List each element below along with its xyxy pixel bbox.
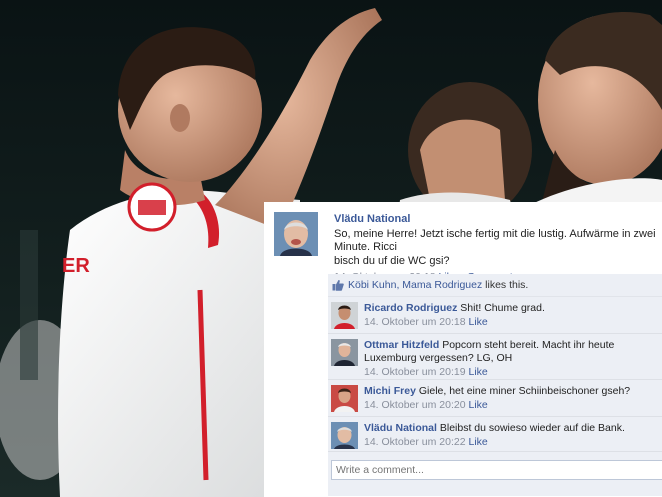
comment-timestamp[interactable]: 14. Oktober um 20:18 bbox=[364, 316, 466, 328]
thumbs-up-icon bbox=[332, 279, 344, 291]
comment-item: Michi Frey Giele, het eine miner Schiinb… bbox=[328, 380, 662, 417]
likes-suffix: likes this. bbox=[485, 279, 529, 291]
avatar-portrait-icon bbox=[331, 422, 358, 449]
write-comment-input[interactable] bbox=[331, 460, 662, 480]
comment-body: Ottmar Hitzfeld Popcorn steht bereit. Ma… bbox=[364, 339, 658, 379]
comment-body: Michi Frey Giele, het eine miner Schiinb… bbox=[364, 385, 658, 412]
avatar-portrait-icon bbox=[331, 302, 358, 329]
comment-body: Ricardo Rodriguez Shit! Chume grad. 14. … bbox=[364, 302, 658, 329]
commenter-avatar[interactable] bbox=[331, 302, 358, 329]
comment-timestamp[interactable]: 14. Oktober um 20:22 bbox=[364, 436, 466, 448]
comment-like-link[interactable]: Like bbox=[468, 399, 487, 411]
avatar-portrait-icon bbox=[331, 339, 358, 366]
comment-item: Vlädu National Bleibst du sowieso wieder… bbox=[328, 417, 662, 452]
comment-text: Giele, het eine miner Schiinbeischoner g… bbox=[418, 385, 631, 397]
likes-text: Köbi Kuhn, Mama Rodriguez likes this. bbox=[348, 274, 528, 296]
comment-author-link[interactable]: Michi Frey bbox=[364, 385, 416, 397]
avatar-portrait-icon bbox=[274, 212, 318, 256]
comment-body: Vlädu National Bleibst du sowieso wieder… bbox=[364, 422, 658, 449]
comment-meta: 14. Oktober um 20:18 Like bbox=[364, 316, 658, 329]
facebook-post: Vlädu National So, meine Herre! Jetzt is… bbox=[264, 202, 662, 497]
likers-link[interactable]: Köbi Kuhn, Mama Rodriguez bbox=[348, 279, 482, 291]
comment-meta: 14. Oktober um 20:19 Like bbox=[364, 366, 658, 379]
comment-meta: 14. Oktober um 20:22 Like bbox=[364, 436, 658, 449]
comment-text: Shit! Chume grad. bbox=[460, 302, 545, 314]
comment-like-link[interactable]: Like bbox=[468, 366, 487, 378]
post-author-link[interactable]: Vlädu National bbox=[334, 213, 662, 227]
author-avatar[interactable] bbox=[274, 212, 318, 256]
comment-timestamp[interactable]: 14. Oktober um 20:20 bbox=[364, 399, 466, 411]
comment-item: Ricardo Rodriguez Shit! Chume grad. 14. … bbox=[328, 297, 662, 334]
comment-like-link[interactable]: Like bbox=[468, 436, 487, 448]
commenter-avatar[interactable] bbox=[331, 339, 358, 366]
comment-author-link[interactable]: Ricardo Rodriguez bbox=[364, 302, 457, 314]
comment-timestamp[interactable]: 14. Oktober um 20:19 bbox=[364, 366, 466, 378]
comment-author-link[interactable]: Ottmar Hitzfeld bbox=[364, 339, 439, 351]
comment-composer bbox=[328, 452, 662, 496]
comment-text: Bleibst du sowieso wieder auf die Bank. bbox=[439, 422, 625, 434]
comment-item: Ottmar Hitzfeld Popcorn steht bereit. Ma… bbox=[328, 334, 662, 380]
commenter-avatar[interactable] bbox=[331, 385, 358, 412]
post-text: So, meine Herre! Jetzt ische fertig mit … bbox=[334, 227, 656, 267]
comment-author-link[interactable]: Vlädu National bbox=[364, 422, 437, 434]
avatar-portrait-icon bbox=[331, 385, 358, 412]
comment-like-link[interactable]: Like bbox=[468, 316, 487, 328]
jersey-lettering: ER bbox=[62, 255, 90, 277]
likes-summary: Köbi Kuhn, Mama Rodriguez likes this. bbox=[328, 274, 662, 297]
commenter-avatar[interactable] bbox=[331, 422, 358, 449]
comment-meta: 14. Oktober um 20:20 Like bbox=[364, 399, 658, 412]
